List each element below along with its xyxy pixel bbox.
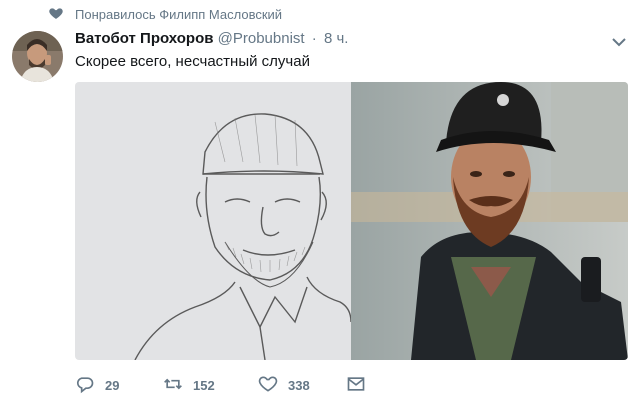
liked-by-text[interactable]: Понравилось Филипп Масловский (75, 7, 282, 22)
separator-dot: · (311, 30, 317, 47)
sketch-image[interactable] (75, 82, 352, 360)
user-handle[interactable]: @Probubnist (218, 30, 305, 47)
reply-count: 29 (105, 377, 120, 393)
liked-by-context (48, 6, 64, 24)
reply-icon (75, 374, 105, 397)
retweet-button[interactable]: 152 (163, 374, 258, 397)
display-name[interactable]: Ватобот Прохоров (75, 30, 213, 47)
heart-outline-icon (258, 374, 288, 397)
retweet-count: 152 (193, 377, 215, 393)
tweet-media[interactable] (75, 82, 628, 360)
tweet-text: Скорее всего, несчастный случай (75, 53, 310, 70)
retweet-icon (163, 374, 193, 397)
tweet-header: Ватобот Прохоров @Probubnist · 8 ч. (75, 30, 348, 47)
direct-message-button[interactable] (346, 374, 376, 397)
chevron-down-icon[interactable] (612, 34, 626, 47)
tweet-actions: 29 152 338 (75, 374, 376, 396)
envelope-icon (346, 374, 376, 397)
like-button[interactable]: 338 (258, 374, 346, 397)
heart-icon (48, 5, 64, 26)
photo-image[interactable] (351, 82, 628, 360)
tweet-time[interactable]: 8 ч. (324, 30, 349, 47)
reply-button[interactable]: 29 (75, 374, 163, 397)
avatar[interactable] (12, 31, 63, 82)
like-count: 338 (288, 377, 310, 393)
